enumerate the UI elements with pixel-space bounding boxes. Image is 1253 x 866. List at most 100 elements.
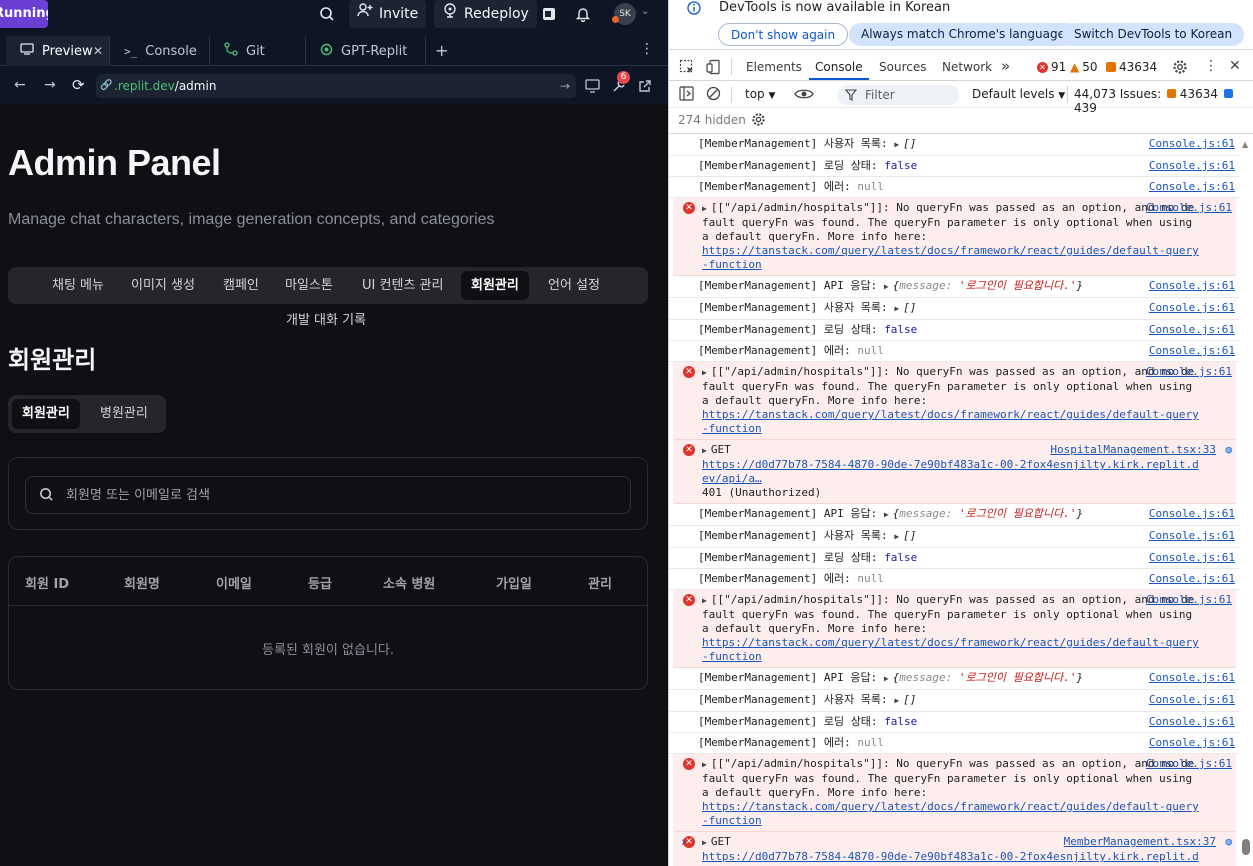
device-toolbar-icon[interactable]	[706, 59, 722, 78]
more-icon[interactable]: ⋮	[640, 41, 654, 57]
expand-icon[interactable]: ▶	[884, 508, 889, 522]
log-source-link[interactable]: Console.js:61	[1149, 551, 1235, 565]
tab-sources[interactable]: Sources	[879, 60, 926, 74]
invite-button[interactable]: Invite	[349, 0, 427, 28]
live-expression-icon[interactable]	[794, 87, 814, 104]
tab-git[interactable]: Git	[210, 36, 306, 66]
close-icon[interactable]: ✕	[1229, 58, 1241, 74]
log-source-link[interactable]: Console.js:61	[1149, 323, 1235, 337]
nav-tab-member-management[interactable]: 회원관리	[461, 271, 529, 300]
nav-tab-image-generation[interactable]: 이미지 생성	[121, 271, 205, 300]
back-icon[interactable]: ←	[14, 77, 26, 93]
redeploy-button[interactable]: Redeploy	[434, 0, 537, 28]
log-source-link[interactable]: Console.js:61	[1149, 344, 1235, 358]
refresh-icon[interactable]: ⟳	[72, 76, 85, 94]
expand-icon[interactable]: ▶	[702, 758, 707, 772]
log-source-link[interactable]: Console.js:61	[1146, 593, 1232, 607]
error-doc-link[interactable]: https://tanstack.com/query/latest/docs/f…	[702, 636, 1199, 663]
sub-tab-hospitals[interactable]: 병원관리	[90, 399, 158, 429]
log-source-link[interactable]: Console.js:61	[1149, 715, 1235, 729]
log-value[interactable]: []	[903, 693, 916, 706]
nav-tab-language[interactable]: 언어 설정	[538, 271, 610, 300]
expand-icon[interactable]: ▶	[702, 444, 707, 458]
forward-icon[interactable]: →	[44, 77, 56, 93]
log-source-link[interactable]: MemberManagement.tsx:37	[1064, 835, 1216, 849]
expand-icon[interactable]: ▶	[702, 594, 707, 608]
log-source-link[interactable]: Console.js:61	[1149, 159, 1235, 173]
open-arrow-icon[interactable]: →	[560, 74, 570, 98]
external-link-icon[interactable]	[638, 78, 652, 97]
expand-icon[interactable]: ▶	[884, 672, 889, 686]
error-counter[interactable]: ✕ 91	[1037, 60, 1066, 74]
running-badge[interactable]: Running	[0, 0, 48, 28]
expand-icon[interactable]: ▶	[894, 138, 899, 152]
log-source-link[interactable]: Console.js:61	[1149, 279, 1235, 293]
nav-tab-chat-menu[interactable]: 채팅 메뉴	[42, 271, 114, 300]
devices-icon[interactable]	[585, 78, 601, 97]
log-source-link[interactable]: Console.js:61	[1149, 180, 1235, 194]
tab-console[interactable]: Console	[815, 60, 863, 74]
member-search-input[interactable]	[66, 477, 606, 513]
tab-gpt-replit[interactable]: GPT-Replit	[306, 36, 426, 66]
error-doc-link[interactable]: https://tanstack.com/query/latest/docs/f…	[702, 800, 1199, 827]
log-source-link[interactable]: Console.js:61	[1149, 137, 1235, 151]
expand-icon[interactable]: ▶	[702, 836, 707, 850]
log-value[interactable]: []	[903, 301, 916, 314]
expand-icon[interactable]: ▶	[702, 202, 707, 216]
bell-icon[interactable]	[569, 0, 597, 28]
clear-console-icon[interactable]	[706, 86, 721, 104]
log-source-link[interactable]: Console.js:61	[1149, 572, 1235, 586]
always-match-language-button[interactable]: Always match Chrome's language	[849, 23, 1077, 46]
error-doc-link[interactable]: https://tanstack.com/query/latest/docs/f…	[702, 408, 1199, 435]
more-tabs-icon[interactable]: »	[1001, 57, 1010, 75]
console-settings-icon[interactable]	[751, 112, 766, 130]
log-value[interactable]: []	[903, 529, 916, 542]
inspect-element-icon[interactable]	[679, 59, 695, 78]
context-selector[interactable]: top ▼	[745, 87, 775, 101]
sidebar-toggle-icon[interactable]	[679, 86, 694, 104]
nav-tab-ui-content[interactable]: UI 컨텐츠 관리	[352, 271, 453, 300]
log-source-link[interactable]: Console.js:61	[1149, 693, 1235, 707]
scroll-thumb[interactable]	[1242, 839, 1250, 855]
expand-icon[interactable]: ▶	[894, 302, 899, 316]
log-source-link[interactable]: HospitalManagement.tsx:33	[1050, 443, 1216, 457]
log-source-link[interactable]: Console.js:61	[1146, 365, 1232, 379]
log-source-link[interactable]: Console.js:61	[1149, 736, 1235, 750]
request-url-link[interactable]: https://d0d77b78-7584-4870-90de-7e90bf48…	[702, 458, 1199, 485]
search-field[interactable]	[25, 476, 631, 514]
scroll-up-icon[interactable]: ▲	[1242, 140, 1248, 149]
expand-icon[interactable]: ▶	[894, 530, 899, 544]
warning-counter[interactable]: ▲ 50	[1070, 60, 1098, 74]
issue-counter[interactable]: 43634	[1106, 60, 1157, 74]
network-request-icon[interactable]: ◍	[1225, 835, 1232, 849]
log-source-link[interactable]: Console.js:61	[1149, 507, 1235, 521]
log-source-link[interactable]: Console.js:61	[1149, 529, 1235, 543]
error-doc-link[interactable]: https://tanstack.com/query/latest/docs/f…	[702, 244, 1199, 271]
chevron-down-icon[interactable]: ⌄	[641, 6, 649, 17]
log-source-link[interactable]: Console.js:61	[1149, 671, 1235, 685]
sub-tab-members[interactable]: 회원관리	[12, 399, 80, 429]
expand-icon[interactable]: ▶	[894, 694, 899, 708]
console-prompt[interactable]: ›	[681, 835, 686, 850]
log-source-link[interactable]: Console.js:61	[1149, 301, 1235, 315]
log-value[interactable]: []	[903, 137, 916, 150]
close-icon[interactable]: ✕	[93, 44, 103, 58]
log-source-link[interactable]: Console.js:61	[1146, 201, 1232, 215]
expand-icon[interactable]: ▶	[884, 280, 889, 294]
window-icon[interactable]	[535, 0, 563, 28]
search-icon[interactable]	[313, 0, 341, 28]
tab-elements[interactable]: Elements	[746, 60, 802, 74]
console-filter-input[interactable]: Filter	[837, 85, 959, 105]
dont-show-again-button[interactable]: Don't show again	[718, 23, 849, 46]
switch-to-korean-button[interactable]: Switch DevTools to Korean	[1062, 23, 1245, 46]
network-request-icon[interactable]: ◍	[1225, 443, 1232, 457]
request-url-link[interactable]: https://d0d77b78-7584-4870-90de-7e90bf48…	[702, 850, 1199, 866]
nav-tab-milestone[interactable]: 마일스톤	[275, 271, 343, 300]
nav-tab-dev-chat-log[interactable]: 개발 대화 기록	[286, 309, 366, 328]
expand-icon[interactable]: ▶	[702, 366, 707, 380]
settings-icon[interactable]	[1172, 59, 1188, 78]
nav-tab-campaign[interactable]: 캠페인	[213, 271, 269, 300]
url-field[interactable]: 🔗 .replit.dev/admin →	[96, 74, 576, 98]
more-options-icon[interactable]: ⋮	[1204, 58, 1218, 74]
log-source-link[interactable]: Console.js:61	[1146, 757, 1232, 771]
